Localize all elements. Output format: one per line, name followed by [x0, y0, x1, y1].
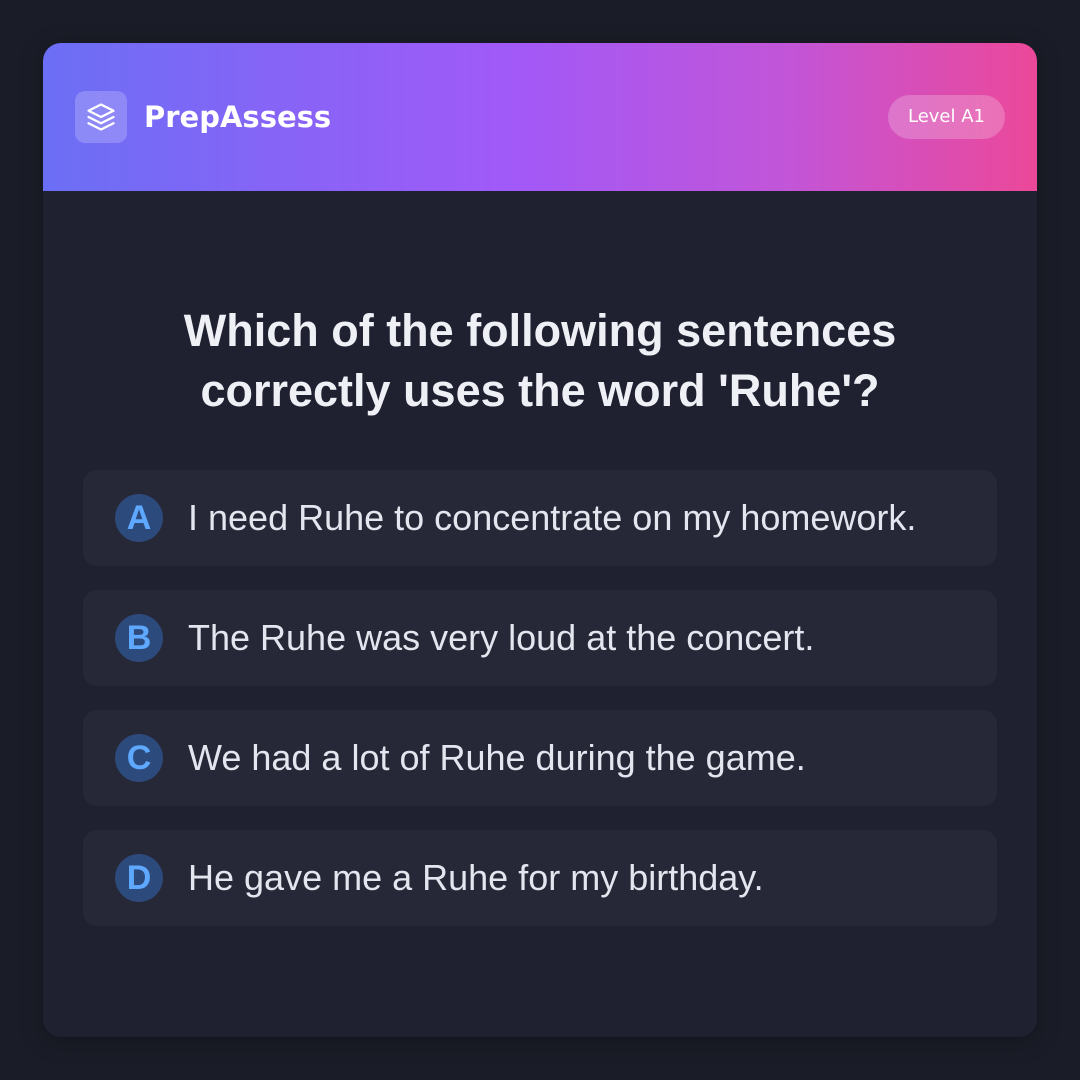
option-c[interactable]: C We had a lot of Ruhe during the game.	[83, 710, 997, 806]
option-letter-badge: A	[115, 494, 163, 542]
answer-options: A I need Ruhe to concentrate on my homew…	[83, 470, 997, 950]
quiz-header: PrepAssess Level A1	[43, 43, 1037, 191]
option-label: The Ruhe was very loud at the concert.	[188, 617, 815, 658]
quiz-card: PrepAssess Level A1 Which of the followi…	[43, 43, 1037, 1037]
option-label: We had a lot of Ruhe during the game.	[188, 737, 806, 778]
option-b[interactable]: B The Ruhe was very loud at the concert.	[83, 590, 997, 686]
option-d[interactable]: D He gave me a Ruhe for my birthday.	[83, 830, 997, 926]
brand-name: PrepAssess	[144, 100, 332, 134]
option-letter-badge: C	[115, 734, 163, 782]
question-text: Which of the following sentences correct…	[183, 305, 897, 416]
option-letter-badge: B	[115, 614, 163, 662]
option-letter-badge: D	[115, 854, 163, 902]
option-label: He gave me a Ruhe for my birthday.	[188, 857, 764, 898]
option-a[interactable]: A I need Ruhe to concentrate on my homew…	[83, 470, 997, 566]
option-label: I need Ruhe to concentrate on my homewor…	[188, 497, 917, 538]
layers-icon	[87, 103, 115, 131]
level-badge: Level A1	[887, 95, 1005, 139]
logo	[75, 91, 127, 143]
